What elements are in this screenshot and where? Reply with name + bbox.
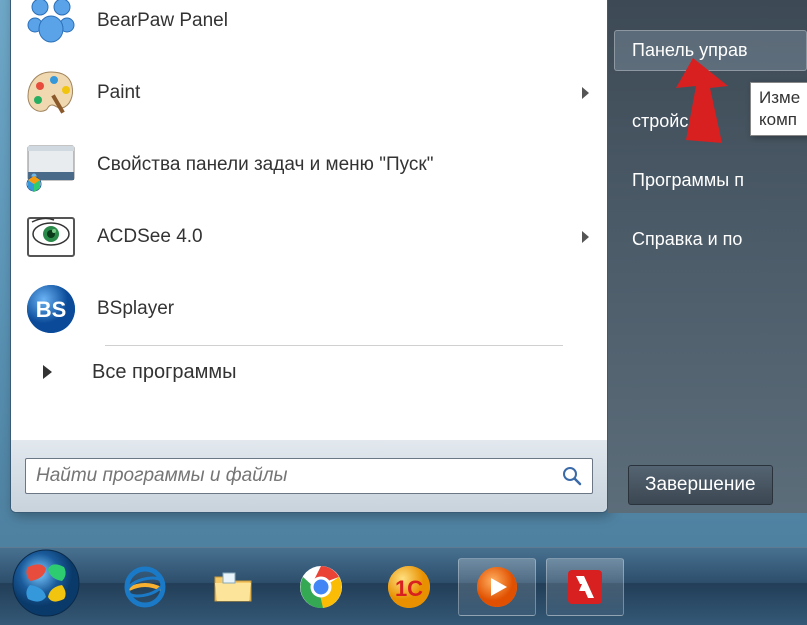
taskbar-item-adobe[interactable] bbox=[546, 558, 624, 616]
wmp-icon bbox=[474, 564, 520, 610]
svg-text:BS: BS bbox=[36, 297, 67, 322]
taskbar-item-1c[interactable]: 1C bbox=[370, 558, 448, 616]
all-programs-label: Все программы bbox=[92, 361, 237, 384]
taskbar-props-icon bbox=[23, 137, 79, 193]
program-label: Свойства панели задач и меню "Пуск" bbox=[97, 154, 595, 176]
right-item-default-programs[interactable]: Программы п bbox=[608, 160, 807, 201]
tooltip: Изме комп bbox=[750, 82, 807, 136]
bsplayer-icon: BS bbox=[23, 281, 79, 337]
all-programs-arrow-icon bbox=[43, 365, 52, 379]
program-label: BearPaw Panel bbox=[97, 10, 595, 32]
program-item-paint[interactable]: Paint bbox=[15, 57, 603, 129]
submenu-arrow-icon bbox=[582, 231, 589, 243]
search-icon[interactable] bbox=[552, 459, 592, 493]
submenu-arrow-icon bbox=[582, 87, 589, 99]
chrome-icon bbox=[298, 564, 344, 610]
svg-text:1C: 1C bbox=[395, 576, 423, 601]
taskbar-item-wmp[interactable] bbox=[458, 558, 536, 616]
start-menu-right-panel: Панель управ стройс Программы п Справка … bbox=[608, 0, 807, 513]
right-item-label: Панель управ bbox=[632, 40, 748, 60]
start-button[interactable] bbox=[6, 543, 86, 623]
shutdown-area: Завершение bbox=[608, 457, 807, 513]
taskbar-item-chrome[interactable] bbox=[282, 558, 360, 616]
all-programs-button[interactable]: Все программы bbox=[15, 346, 603, 398]
program-label: Paint bbox=[97, 82, 582, 104]
shutdown-label: Завершение bbox=[645, 474, 756, 495]
paint-icon bbox=[23, 65, 79, 121]
program-item-bsplayer[interactable]: BS BSplayer bbox=[15, 273, 603, 345]
program-item-bearpaw[interactable]: BearPaw Panel bbox=[15, 0, 603, 57]
adobe-icon bbox=[562, 564, 608, 610]
bearpaw-icon bbox=[23, 0, 79, 49]
program-label: ACDSee 4.0 bbox=[97, 226, 582, 248]
start-menu: BearPaw Panel Paint bbox=[10, 0, 608, 513]
taskbar-item-explorer[interactable] bbox=[194, 558, 272, 616]
ie-icon bbox=[121, 563, 169, 611]
program-label: BSplayer bbox=[97, 298, 595, 320]
right-item-control-panel[interactable]: Панель управ bbox=[614, 30, 807, 71]
program-item-taskbar-props[interactable]: Свойства панели задач и меню "Пуск" bbox=[15, 129, 603, 201]
right-item-label: Программы п bbox=[632, 170, 744, 190]
taskbar-item-ie[interactable] bbox=[106, 558, 184, 616]
search-area bbox=[11, 440, 607, 512]
program-item-acdsee[interactable]: ACDSee 4.0 bbox=[15, 201, 603, 273]
tooltip-text: Изме комп bbox=[759, 88, 800, 129]
taskbar: 1C bbox=[0, 547, 807, 625]
1c-icon: 1C bbox=[386, 564, 432, 610]
search-box bbox=[25, 458, 593, 494]
right-item-label: стройс bbox=[632, 111, 688, 131]
acdsee-icon bbox=[23, 209, 79, 265]
programs-list: BearPaw Panel Paint bbox=[11, 0, 607, 440]
search-input[interactable] bbox=[26, 459, 552, 493]
right-item-help[interactable]: Справка и по bbox=[608, 219, 807, 260]
folder-icon bbox=[209, 563, 257, 611]
shutdown-button[interactable]: Завершение bbox=[628, 465, 773, 505]
right-item-label: Справка и по bbox=[632, 229, 742, 249]
